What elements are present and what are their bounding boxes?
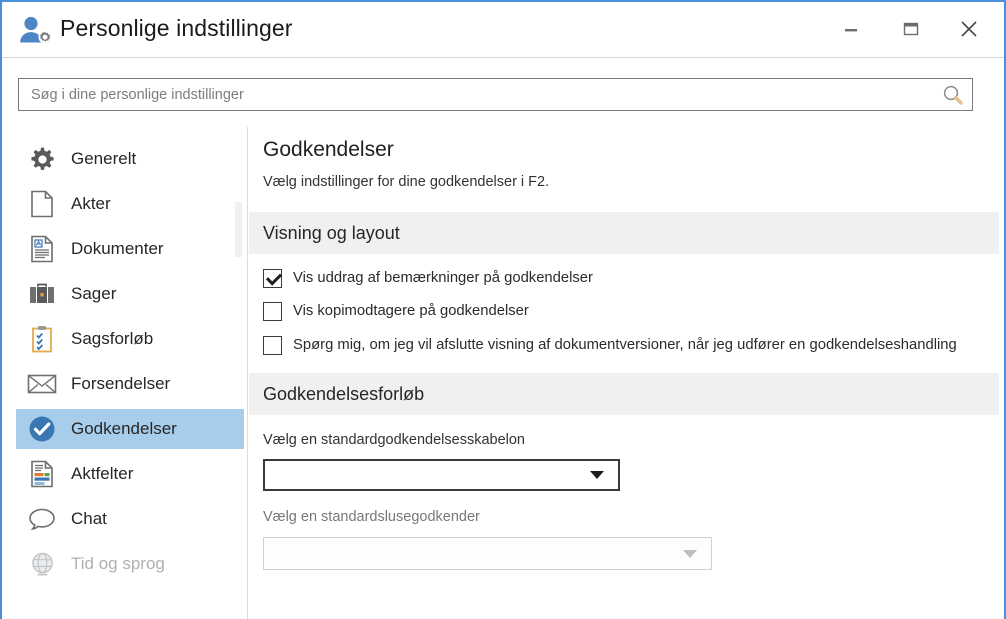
- checkbox-label: Spørg mig, om jeg vil afslutte visning a…: [293, 336, 957, 355]
- page-title: Godkendelser: [263, 138, 394, 162]
- sidebar: Generelt Akter Dokumenter: [2, 127, 248, 619]
- label-standardslusegodkender: Vælg en standardslusegodkender: [263, 509, 480, 525]
- maximize-icon: [903, 21, 919, 37]
- minimize-button[interactable]: [828, 2, 874, 56]
- label-standardgodkendelsesskabelon: Vælg en standardgodkendelsesskabelon: [263, 432, 525, 448]
- sidebar-item-label: Chat: [71, 509, 107, 529]
- sidebar-item-label: Generelt: [71, 149, 136, 169]
- close-button[interactable]: [946, 2, 992, 56]
- window-title: Personlige indstillinger: [60, 15, 293, 42]
- search-icon[interactable]: [942, 84, 964, 106]
- document-icon: [26, 234, 58, 264]
- check-circle-icon: [26, 414, 58, 444]
- sidebar-item-label: Sager: [71, 284, 116, 304]
- sidebar-item-label: Aktfelter: [71, 464, 133, 484]
- sidebar-item-sagsforloeb[interactable]: Sagsforløb: [16, 319, 244, 359]
- title-bar: Personlige indstillinger: [2, 2, 1004, 58]
- checkbox-label: Vis kopimodtagere på godkendelser: [293, 302, 529, 321]
- gear-icon: [26, 144, 58, 174]
- dropdown-standardslusegodkender[interactable]: [263, 537, 712, 570]
- checkbox-spoerg-mig[interactable]: [263, 336, 282, 355]
- search-input[interactable]: [19, 79, 939, 110]
- sidebar-scrollbar-thumb[interactable]: [235, 202, 242, 257]
- sidebar-item-sager[interactable]: Sager: [16, 274, 244, 314]
- maximize-button[interactable]: [888, 2, 934, 56]
- sidebar-item-dokumenter[interactable]: Dokumenter: [16, 229, 244, 269]
- section-header-godkendelsesforloeb: Godkendelsesforløb: [249, 373, 999, 415]
- section-header-visning-og-layout: Visning og layout: [249, 212, 999, 254]
- sidebar-item-label: Forsendelser: [71, 374, 170, 394]
- sidebar-item-godkendelser[interactable]: Godkendelser: [16, 409, 244, 449]
- globe-icon: [26, 549, 58, 579]
- speech-bubble-icon: [26, 504, 58, 534]
- checkbox-vis-kopimodtagere[interactable]: [263, 302, 282, 321]
- close-icon: [960, 20, 978, 38]
- minimize-icon: [844, 22, 858, 36]
- sidebar-item-forsendelser[interactable]: Forsendelser: [16, 364, 244, 404]
- page-icon: [26, 189, 58, 219]
- clipboard-icon: [26, 324, 58, 354]
- chevron-down-icon: [590, 471, 604, 479]
- page-subtitle: Vælg indstillinger for dine godkendelser…: [263, 174, 549, 190]
- sidebar-item-label: Godkendelser: [71, 419, 177, 439]
- search-bar: [18, 78, 973, 111]
- envelope-icon: [26, 369, 58, 399]
- sidebar-item-tid-og-sprog[interactable]: Tid og sprog: [16, 544, 244, 584]
- sidebar-item-label: Tid og sprog: [71, 554, 165, 574]
- form-icon: [26, 459, 58, 489]
- user-settings-icon: [18, 15, 52, 47]
- checkbox-row-vis-kopimodtagere[interactable]: Vis kopimodtagere på godkendelser: [263, 302, 529, 321]
- dropdown-standardgodkendelsesskabelon[interactable]: [263, 459, 620, 491]
- section-title: Visning og layout: [263, 223, 400, 244]
- sidebar-item-aktfelter[interactable]: Aktfelter: [16, 454, 244, 494]
- sidebar-item-label: Sagsforløb: [71, 329, 153, 349]
- sidebar-item-label: Dokumenter: [71, 239, 164, 259]
- checkbox-row-spoerg-mig[interactable]: Spørg mig, om jeg vil afslutte visning a…: [263, 336, 957, 355]
- content-pane: Godkendelser Vælg indstillinger for dine…: [249, 127, 1004, 619]
- sidebar-item-chat[interactable]: Chat: [16, 499, 244, 539]
- checkbox-vis-uddrag[interactable]: [263, 269, 282, 288]
- section-title: Godkendelsesforløb: [263, 384, 424, 405]
- chevron-down-icon: [683, 550, 697, 558]
- sidebar-item-generelt[interactable]: Generelt: [16, 139, 244, 179]
- checkbox-row-vis-uddrag[interactable]: Vis uddrag af bemærkninger på godkendels…: [263, 269, 593, 288]
- checkbox-label: Vis uddrag af bemærkninger på godkendels…: [293, 269, 593, 288]
- briefcase-icon: [26, 279, 58, 309]
- sidebar-item-label: Akter: [71, 194, 111, 214]
- settings-window: Personlige indstillinger: [0, 0, 1006, 619]
- sidebar-item-akter[interactable]: Akter: [16, 184, 244, 224]
